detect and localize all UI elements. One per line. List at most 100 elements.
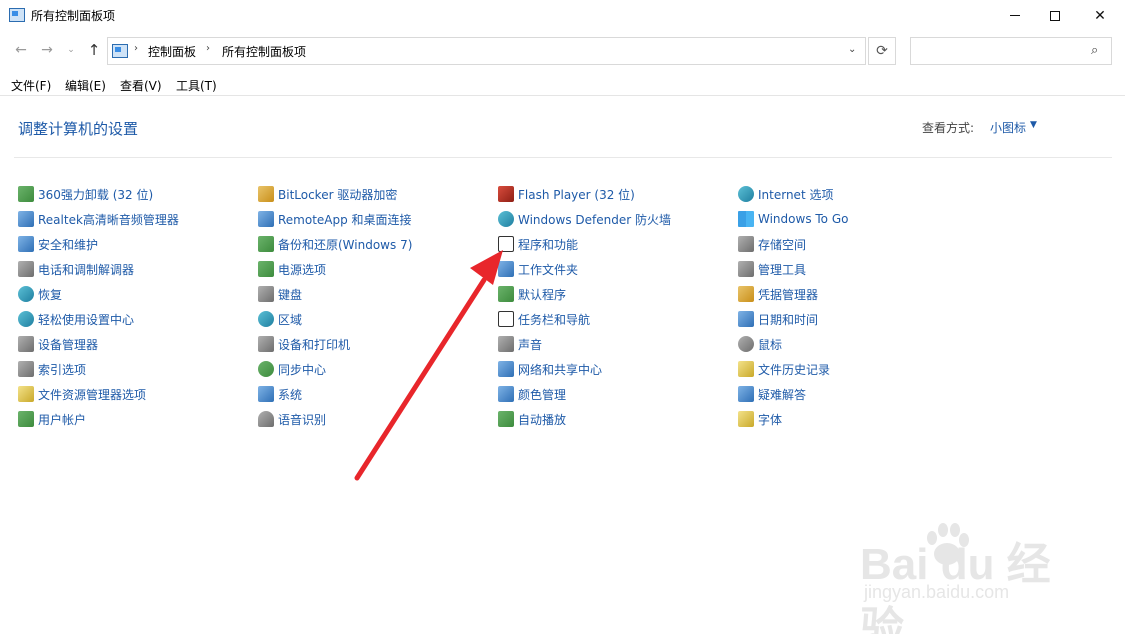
- item-label: 网络和共享中心: [518, 362, 603, 377]
- cp-item-sync-center[interactable]: 同步中心: [258, 359, 326, 379]
- cp-item-windows-to-go[interactable]: Windows To Go: [738, 209, 848, 229]
- file-history-icon: [738, 361, 754, 377]
- item-label: 日期和时间: [758, 312, 819, 327]
- search-icon[interactable]: ⌕: [1091, 43, 1098, 58]
- watermark-brand: Bai du 经验: [860, 540, 1051, 634]
- up-button[interactable]: ↑: [85, 40, 103, 60]
- menu-view[interactable]: 查看(V): [120, 77, 162, 94]
- cp-item-bitlocker[interactable]: BitLocker 驱动器加密: [258, 184, 397, 204]
- breadcrumb-separator[interactable]: ›: [134, 43, 138, 54]
- forward-button[interactable]: →: [38, 40, 56, 60]
- cp-item-programs-features[interactable]: 程序和功能: [498, 234, 578, 254]
- cp-item-devices-printers[interactable]: 设备和打印机: [258, 334, 350, 354]
- cp-item-internet-options[interactable]: Internet 选项: [738, 184, 833, 204]
- back-button[interactable]: ←: [12, 40, 30, 60]
- menu-tools[interactable]: 工具(T): [176, 77, 217, 94]
- cp-item-storage-spaces[interactable]: 存储空间: [738, 234, 806, 254]
- recovery-icon: [18, 286, 34, 302]
- item-label: Realtek高清晰音频管理器: [38, 212, 179, 227]
- item-label: Windows Defender 防火墙: [518, 212, 671, 227]
- cp-item-fonts[interactable]: 字体: [738, 409, 782, 429]
- item-label: Windows To Go: [758, 212, 849, 226]
- refresh-icon: ⟳: [876, 43, 888, 59]
- breadcrumb-all-items[interactable]: 所有控制面板项: [222, 43, 306, 60]
- cp-item-power-options[interactable]: 电源选项: [258, 259, 326, 279]
- cp-item-phone-modem[interactable]: 电话和调制解调器: [18, 259, 134, 279]
- cp-item-work-folders[interactable]: 工作文件夹: [498, 259, 578, 279]
- page-title: 调整计算机的设置: [18, 120, 139, 138]
- maximize-button[interactable]: [1032, 0, 1078, 31]
- item-label: 自动播放: [518, 412, 567, 427]
- item-label: 用户帐户: [38, 412, 87, 427]
- cp-item-mouse[interactable]: 鼠标: [738, 334, 782, 354]
- cp-item-backup-restore[interactable]: 备份和还原(Windows 7): [258, 234, 412, 254]
- cp-item-color-management[interactable]: 颜色管理: [498, 384, 566, 404]
- cp-item-user-accounts[interactable]: 用户帐户: [18, 409, 86, 429]
- cp-item-region[interactable]: 区域: [258, 309, 302, 329]
- cp-item-taskbar-navigation[interactable]: 任务栏和导航: [498, 309, 590, 329]
- cp-item-credential-manager[interactable]: 凭据管理器: [738, 284, 818, 304]
- cp-item-keyboard[interactable]: 键盘: [258, 284, 302, 304]
- cp-item-default-programs[interactable]: 默认程序: [498, 284, 566, 304]
- cp-item-realtek[interactable]: Realtek高清晰音频管理器: [18, 209, 179, 229]
- item-label: 文件资源管理器选项: [38, 387, 147, 402]
- cp-item-remoteapp[interactable]: RemoteApp 和桌面连接: [258, 209, 412, 229]
- control-panel-icon: [9, 8, 25, 22]
- view-by-label: 查看方式:: [922, 121, 975, 135]
- folder-options-icon: [18, 386, 34, 402]
- item-label: 系统: [278, 387, 303, 402]
- cp-item-defender-firewall[interactable]: Windows Defender 防火墙: [498, 209, 671, 229]
- close-button[interactable]: ✕: [1077, 0, 1123, 31]
- cp-item-file-history[interactable]: 文件历史记录: [738, 359, 830, 379]
- cp-item-device-manager[interactable]: 设备管理器: [18, 334, 98, 354]
- item-label: 电源选项: [278, 262, 327, 277]
- cp-item-flash-player[interactable]: Flash Player (32 位): [498, 184, 635, 204]
- cp-item-autoplay[interactable]: 自动播放: [498, 409, 566, 429]
- cp-item-speech-recognition[interactable]: 语音识别: [258, 409, 326, 429]
- cp-item-system[interactable]: 系统: [258, 384, 302, 404]
- item-label: 程序和功能: [518, 237, 579, 252]
- cp-item-date-time[interactable]: 日期和时间: [738, 309, 818, 329]
- address-dropdown-icon[interactable]: ⌄: [848, 44, 856, 55]
- menu-file[interactable]: 文件(F): [11, 77, 51, 94]
- item-label: 电话和调制解调器: [38, 262, 135, 277]
- cp-item-folder-options[interactable]: 文件资源管理器选项: [18, 384, 146, 404]
- search-input[interactable]: ⌕: [910, 37, 1112, 65]
- breadcrumb-control-panel[interactable]: 控制面板: [148, 43, 196, 60]
- item-label: 工作文件夹: [518, 262, 579, 277]
- view-by-dropdown[interactable]: 小图标: [990, 119, 1026, 136]
- control-panel-icon: [112, 44, 128, 58]
- cp-item-network-sharing[interactable]: 网络和共享中心: [498, 359, 602, 379]
- windows-to-go-icon: [738, 211, 754, 227]
- chevron-down-icon[interactable]: ▼: [1030, 120, 1037, 130]
- menu-edit[interactable]: 编辑(E): [65, 77, 106, 94]
- recent-locations-button[interactable]: ⌄: [62, 40, 80, 60]
- item-label: 恢复: [38, 287, 63, 302]
- item-label: 设备管理器: [38, 337, 99, 352]
- device-manager-icon: [18, 336, 34, 352]
- window-title: 所有控制面板项: [31, 9, 116, 23]
- address-bar[interactable]: › 控制面板 › 所有控制面板项 ⌄: [107, 37, 866, 65]
- item-label: 凭据管理器: [758, 287, 819, 302]
- fonts-icon: [738, 411, 754, 427]
- cp-item-360-uninstall[interactable]: 360强力卸载 (32 位): [18, 184, 153, 204]
- troubleshoot-icon: [738, 386, 754, 402]
- cp-item-sound[interactable]: 声音: [498, 334, 542, 354]
- cp-item-troubleshooting[interactable]: 疑难解答: [738, 384, 806, 404]
- user-accounts-icon: [18, 411, 34, 427]
- cp-item-ease-of-access[interactable]: 轻松使用设置中心: [18, 309, 134, 329]
- item-label: Flash Player (32 位): [518, 187, 635, 202]
- mouse-icon: [738, 336, 754, 352]
- close-icon: ✕: [1094, 7, 1106, 24]
- breadcrumb-separator[interactable]: ›: [206, 43, 210, 54]
- cp-item-admin-tools[interactable]: 管理工具: [738, 259, 806, 279]
- item-label: Internet 选项: [758, 187, 834, 202]
- refresh-button[interactable]: ⟳: [868, 37, 896, 65]
- cp-item-recovery[interactable]: 恢复: [18, 284, 62, 304]
- flash-icon: [498, 186, 514, 202]
- item-label: 轻松使用设置中心: [38, 312, 135, 327]
- cp-item-security-maintenance[interactable]: 安全和维护: [18, 234, 98, 254]
- cp-item-indexing[interactable]: 索引选项: [18, 359, 86, 379]
- admin-tools-icon: [738, 261, 754, 277]
- item-label: 任务栏和导航: [518, 312, 591, 327]
